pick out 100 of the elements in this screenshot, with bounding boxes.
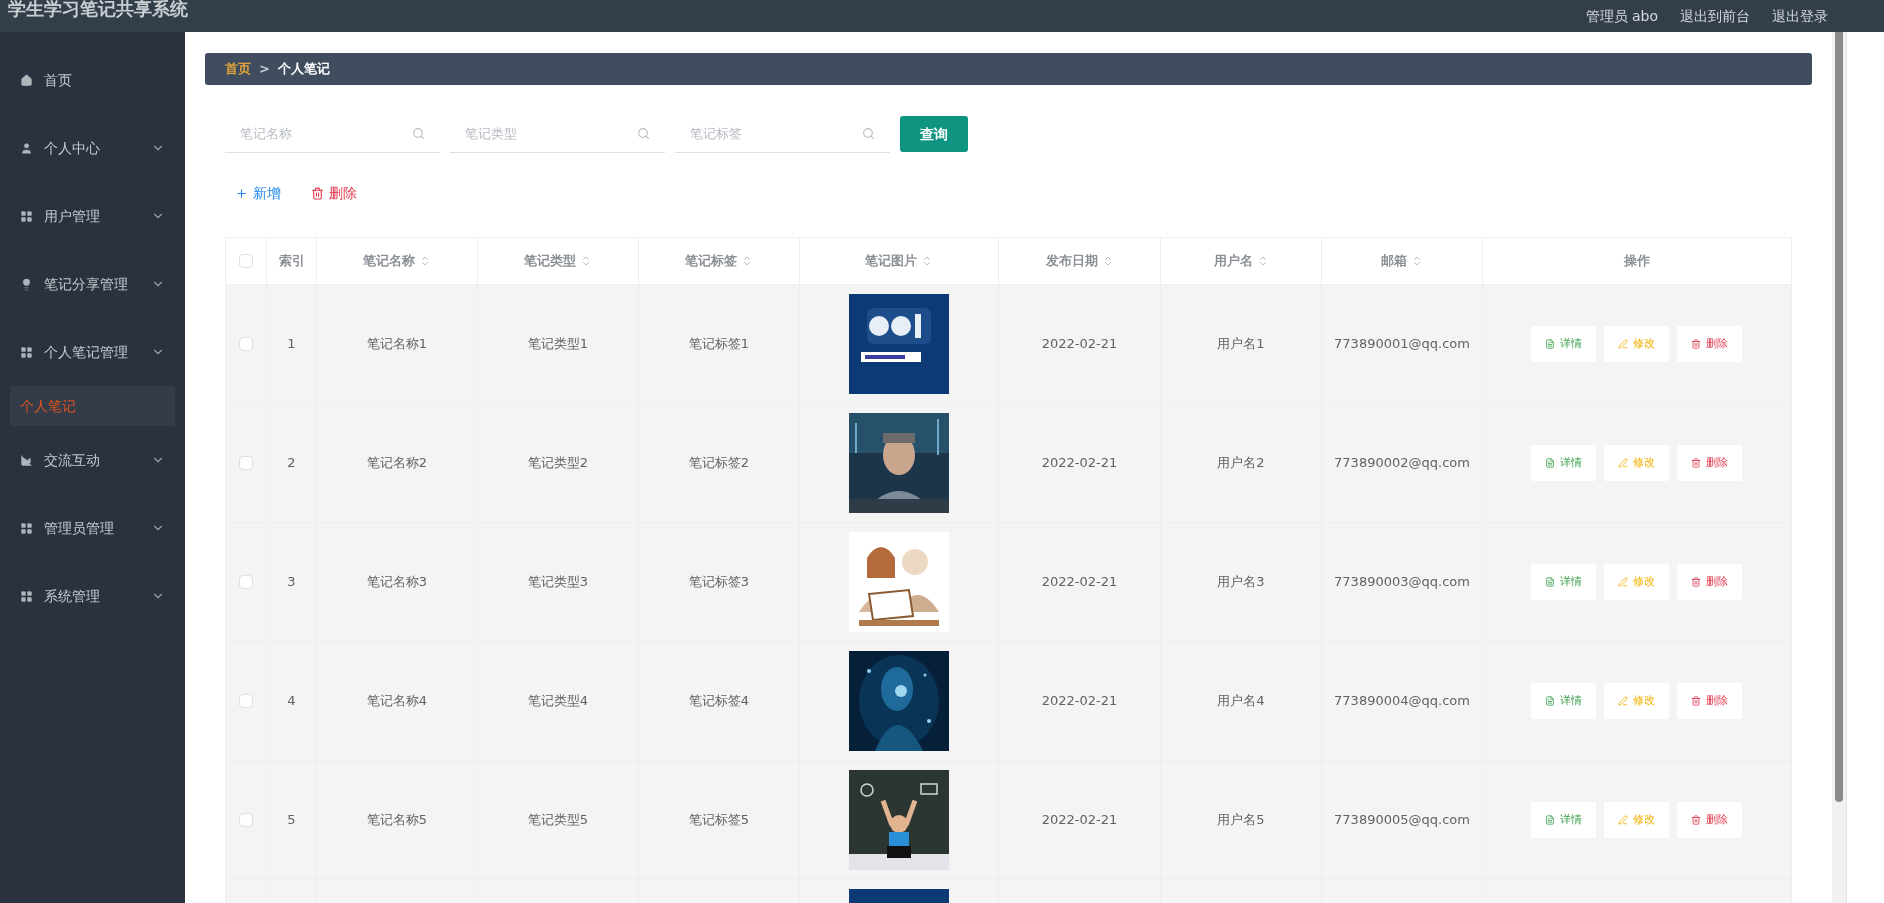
table-cell-text: 773890005@qq.com [1334,811,1470,830]
edit-button[interactable]: 修改 [1604,683,1669,719]
table-cell-text: 用户名4 [1217,692,1265,711]
checkbox[interactable] [239,813,253,827]
table-cell-text: 5 [287,811,296,830]
table-cell-text: 笔记名称1 [366,335,428,354]
detail-button[interactable]: 详情 [1531,445,1596,481]
plus-icon [235,186,248,200]
delete-button[interactable]: 删除 [1677,802,1742,838]
column-header[interactable]: 邮箱 [1322,238,1483,284]
sidebar-item[interactable]: 管理员管理 [0,494,185,562]
trash-icon [1691,339,1701,349]
sidebar-item[interactable]: 笔记分享管理 [0,250,185,318]
checkbox[interactable] [239,254,253,268]
edit-button[interactable]: 修改 [1604,802,1669,838]
checkbox[interactable] [239,575,253,589]
header-link[interactable]: 退出登录 [1772,5,1828,27]
table-cell-text: 笔记标签3 [688,573,750,592]
submenu-item[interactable]: 个人笔记 [10,386,175,426]
document-icon [1545,339,1555,349]
admin-name: 管理员 abo [1585,6,1658,26]
delete-button[interactable]: 删除 [1677,445,1742,481]
search-field[interactable]: 笔记名称 [225,115,440,153]
table-cell-text: 笔记类型4 [527,692,589,711]
sort-icon [580,255,592,267]
column-header[interactable]: 笔记名称 [317,238,478,284]
delete-button[interactable]: 删除 [1677,326,1742,362]
sidebar-item[interactable]: 个人笔记管理 [0,318,185,386]
query-button[interactable]: 查询 [900,116,968,152]
detail-button[interactable]: 详情 [1531,326,1596,362]
breadcrumb-separator: > [259,60,270,79]
edit-button[interactable]: 修改 [1604,445,1669,481]
sidebar-item[interactable]: 系统管理 [0,562,185,630]
table-cell-text: 笔记名称5 [366,811,428,830]
sort-icon [741,255,753,267]
search-field[interactable]: 笔记类型 [450,115,665,153]
grid-icon [20,589,33,603]
sidebar-item[interactable]: 个人中心 [0,114,185,182]
table-cell-text: 笔记类型5 [527,811,589,830]
table-cell-text: 773890002@qq.com [1334,454,1470,473]
table-cell-text: 笔记类型3 [527,573,589,592]
column-header[interactable]: 用户名 [1161,238,1322,284]
table-cell-text: 笔记标签2 [688,454,750,473]
sidebar-item[interactable]: 交流互动 [0,426,185,494]
table-cell-text: 笔记名称4 [366,692,428,711]
table-cell-text: 2022-02-21 [1041,811,1118,830]
document-icon [1545,696,1555,706]
checkbox[interactable] [239,694,253,708]
table-cell-text: 笔记标签4 [688,692,750,711]
column-header[interactable]: 笔记标签 [639,238,800,284]
table-cell-text: 用户名3 [1217,573,1265,592]
sidebar-item[interactable]: 用户管理 [0,182,185,250]
pen-icon [1618,815,1628,825]
table-cell-text: 笔记名称2 [366,454,428,473]
breadcrumb-item[interactable]: 首页 [225,59,251,79]
checkbox[interactable] [239,337,253,351]
table-cell-text: 笔记标签1 [688,335,750,354]
trash-icon [1691,458,1701,468]
edit-button[interactable]: 修改 [1604,564,1669,600]
sidebar-item[interactable]: 首页 [0,46,185,114]
app-title: 学生学习笔记共享系统 [8,0,188,18]
checkbox[interactable] [239,456,253,470]
document-icon [1545,815,1555,825]
pen-icon [1618,577,1628,587]
grid-icon [20,209,33,223]
person-icon [20,141,33,155]
pen-icon [1618,339,1628,349]
trash-icon [1691,577,1701,587]
header-link[interactable]: 退出到前台 [1680,5,1750,27]
delete-button[interactable]: 删除 [1677,683,1742,719]
search-field[interactable]: 笔记标签 [675,115,890,153]
trash-icon [311,186,324,200]
delete-button[interactable]: 删除 [311,182,357,204]
pen-icon [1618,458,1628,468]
column-header[interactable]: 笔记类型 [478,238,639,284]
table-cell-text: 2022-02-21 [1041,454,1118,473]
add-button[interactable]: 新增 [235,182,281,204]
table-cell-text: 2022-02-21 [1041,692,1118,711]
table-cell-text: 773890003@qq.com [1334,573,1470,592]
edit-button[interactable]: 修改 [1604,326,1669,362]
detail-button[interactable]: 详情 [1531,564,1596,600]
sort-icon [921,255,933,267]
detail-button[interactable]: 详情 [1531,683,1596,719]
table-cell-text: 3 [287,573,296,592]
column-header[interactable]: 笔记图片 [800,238,999,284]
sort-icon [419,255,431,267]
sort-icon [1411,255,1423,267]
table-cell-text: 用户名2 [1217,454,1265,473]
trash-icon [1691,696,1701,706]
trash-icon [1691,815,1701,825]
delete-button[interactable]: 删除 [1677,564,1742,600]
bulb-icon [20,277,33,291]
table-cell-text: 773890004@qq.com [1334,692,1470,711]
home-icon [20,73,33,87]
column-header[interactable]: 发布日期 [999,238,1161,284]
detail-button[interactable]: 详情 [1531,802,1596,838]
table-cell-text: 773890001@qq.com [1334,335,1470,354]
search-icon [412,127,425,140]
grid-icon [20,521,33,535]
table-cell-text: 用户名1 [1217,335,1265,354]
